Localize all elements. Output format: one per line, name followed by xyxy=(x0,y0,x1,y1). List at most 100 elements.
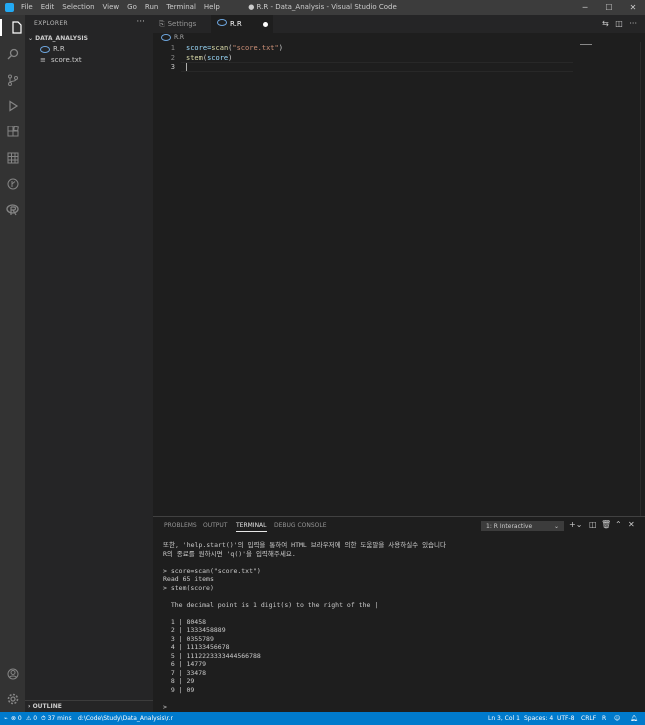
maximize-button[interactable]: ☐ xyxy=(597,0,621,15)
r-file-icon xyxy=(217,19,227,26)
settings-file-icon: ⎘ xyxy=(159,20,165,28)
current-line-highlight xyxy=(181,62,573,72)
bottom-panel: PROBLEMS OUTPUT TERMINAL DEBUG CONSOLE 1… xyxy=(153,516,645,713)
code-line[interactable]: score=scan("score.txt") xyxy=(186,44,283,52)
open-changes-icon[interactable]: ⇆ xyxy=(602,19,609,28)
menu-go[interactable]: Go xyxy=(127,0,137,15)
source-control-icon[interactable] xyxy=(4,71,21,88)
trash-icon[interactable]: 🗑 xyxy=(601,520,611,529)
errors-count[interactable]: ⊗ 0 xyxy=(11,712,22,725)
tab-settings[interactable]: ⎘ Settings xyxy=(153,15,211,33)
file-label: score.txt xyxy=(51,56,82,64)
line-number: 3 xyxy=(170,63,175,71)
terminal-output[interactable]: 또한, 'help.start()'의 입력을 통하여 HTML 브라우저에 의… xyxy=(163,541,446,711)
manage-gear-icon[interactable] xyxy=(4,690,21,707)
tab-terminal[interactable]: TERMINAL xyxy=(236,522,267,532)
timeline-icon[interactable] xyxy=(4,175,21,192)
tab-problems[interactable]: PROBLEMS xyxy=(164,522,197,529)
menu-view[interactable]: View xyxy=(103,0,120,15)
maximize-panel-icon[interactable]: ⌃ xyxy=(615,520,622,529)
r-extension-icon[interactable] xyxy=(4,201,21,218)
extensions-icon[interactable] xyxy=(4,123,21,140)
remote-indicator-icon[interactable]: ⌁ xyxy=(4,712,8,725)
remote-explorer-icon[interactable] xyxy=(4,149,21,166)
chevron-down-icon: ⌄ xyxy=(553,523,559,530)
indentation[interactable]: Spaces: 4 xyxy=(524,712,553,725)
explorer-icon[interactable] xyxy=(0,19,27,36)
minimap[interactable] xyxy=(580,42,640,516)
vscode-logo-icon xyxy=(5,3,14,12)
text-cursor xyxy=(186,63,187,71)
session-time[interactable]: ⏱ 37 mins xyxy=(41,712,72,725)
code-editor[interactable]: 1 2 3 score=scan("score.txt") stem(score… xyxy=(153,42,645,516)
tab-debug-console[interactable]: DEBUG CONSOLE xyxy=(274,522,327,529)
menu-bar: File Edit Selection View Go Run Terminal… xyxy=(21,0,228,15)
split-editor-icon[interactable]: ◫ xyxy=(615,19,623,28)
r-file-icon xyxy=(161,34,171,41)
code-token: scan xyxy=(211,44,229,52)
more-actions-icon[interactable]: ··· xyxy=(136,17,145,27)
encoding[interactable]: UTF-8 xyxy=(557,712,575,725)
file-item-score-txt[interactable]: ≡ score.txt xyxy=(40,56,82,64)
chevron-right-icon: › xyxy=(28,703,31,710)
code-token: ) xyxy=(228,54,233,62)
line-number: 2 xyxy=(170,54,175,62)
file-label: R.R xyxy=(53,45,65,53)
tab-label: Settings xyxy=(167,20,197,28)
breadcrumb[interactable]: R.R xyxy=(161,34,184,41)
title-bar: File Edit Selection View Go Run Terminal… xyxy=(0,0,645,15)
menu-help[interactable]: Help xyxy=(204,0,220,15)
account-icon[interactable] xyxy=(4,665,21,682)
split-terminal-icon[interactable]: ◫ xyxy=(589,520,597,529)
chevron-down-icon: ⌄ xyxy=(28,35,34,42)
menu-file[interactable]: File xyxy=(21,0,33,15)
file-path[interactable]: d:\Code\Study\Data_Analysis\r.r xyxy=(78,712,173,725)
code-token: "score.txt" xyxy=(232,44,279,52)
more-actions-icon[interactable]: ··· xyxy=(629,19,637,28)
tab-label: R.R xyxy=(230,20,242,28)
language-mode[interactable]: R xyxy=(602,712,606,725)
code-token: score xyxy=(207,54,229,62)
minimize-button[interactable]: ─ xyxy=(573,0,597,15)
feedback-icon[interactable]: ☺ xyxy=(614,712,620,725)
breadcrumb-file[interactable]: R.R xyxy=(174,34,184,41)
minimap-line xyxy=(580,44,592,45)
close-window-button[interactable]: ✕ xyxy=(621,0,645,15)
explorer-title: EXPLORER xyxy=(34,20,68,27)
menu-terminal[interactable]: Terminal xyxy=(166,0,196,15)
cursor-position[interactable]: Ln 3, Col 1 xyxy=(488,712,520,725)
terminal-select-value: 1: R Interactive xyxy=(486,523,533,530)
line-number: 1 xyxy=(170,44,175,52)
unsaved-dot-icon[interactable] xyxy=(263,22,268,27)
tab-output[interactable]: OUTPUT xyxy=(203,522,227,529)
activity-bar xyxy=(0,15,25,712)
code-token: score= xyxy=(186,44,212,52)
code-token: ) xyxy=(278,44,283,52)
editor-tabs: ⎘ Settings R.R ⇆ ◫ ··· xyxy=(153,15,645,33)
search-icon[interactable] xyxy=(4,45,21,62)
outline-label: OUTLINE xyxy=(32,703,62,710)
terminal-select[interactable]: 1: R Interactive ⌄ xyxy=(481,521,564,531)
warnings-count[interactable]: ⚠ 0 xyxy=(26,712,37,725)
new-terminal-icon[interactable]: +⌄ xyxy=(569,520,582,529)
text-file-icon: ≡ xyxy=(40,56,46,64)
r-file-icon xyxy=(40,45,50,53)
editor-actions: ⇆ ◫ ··· xyxy=(602,15,637,33)
editor-scrollbar[interactable] xyxy=(640,42,645,516)
notifications-bell-icon[interactable]: 🔔︎ xyxy=(630,712,638,725)
close-panel-icon[interactable]: ✕ xyxy=(628,520,635,529)
folder-data-analysis[interactable]: ⌄ DATA_ANALYSIS xyxy=(28,35,88,42)
run-debug-icon[interactable] xyxy=(4,97,21,114)
menu-run[interactable]: Run xyxy=(145,0,158,15)
explorer-sidebar: EXPLORER ··· ⌄ DATA_ANALYSIS R.R ≡ score… xyxy=(25,15,153,712)
code-token: stem xyxy=(186,54,203,62)
folder-label: DATA_ANALYSIS xyxy=(35,35,88,42)
line-ending[interactable]: CRLF xyxy=(581,712,596,725)
menu-selection[interactable]: Selection xyxy=(62,0,94,15)
tab-r-r[interactable]: R.R xyxy=(211,15,273,33)
menu-edit[interactable]: Edit xyxy=(41,0,55,15)
outline-section[interactable]: › OUTLINE xyxy=(25,700,153,712)
status-bar: ⌁ ⊗ 0 ⚠ 0 ⏱ 37 mins d:\Code\Study\Data_A… xyxy=(0,712,645,725)
code-line[interactable]: stem(score) xyxy=(186,54,232,62)
file-item-r-r[interactable]: R.R xyxy=(40,45,65,53)
